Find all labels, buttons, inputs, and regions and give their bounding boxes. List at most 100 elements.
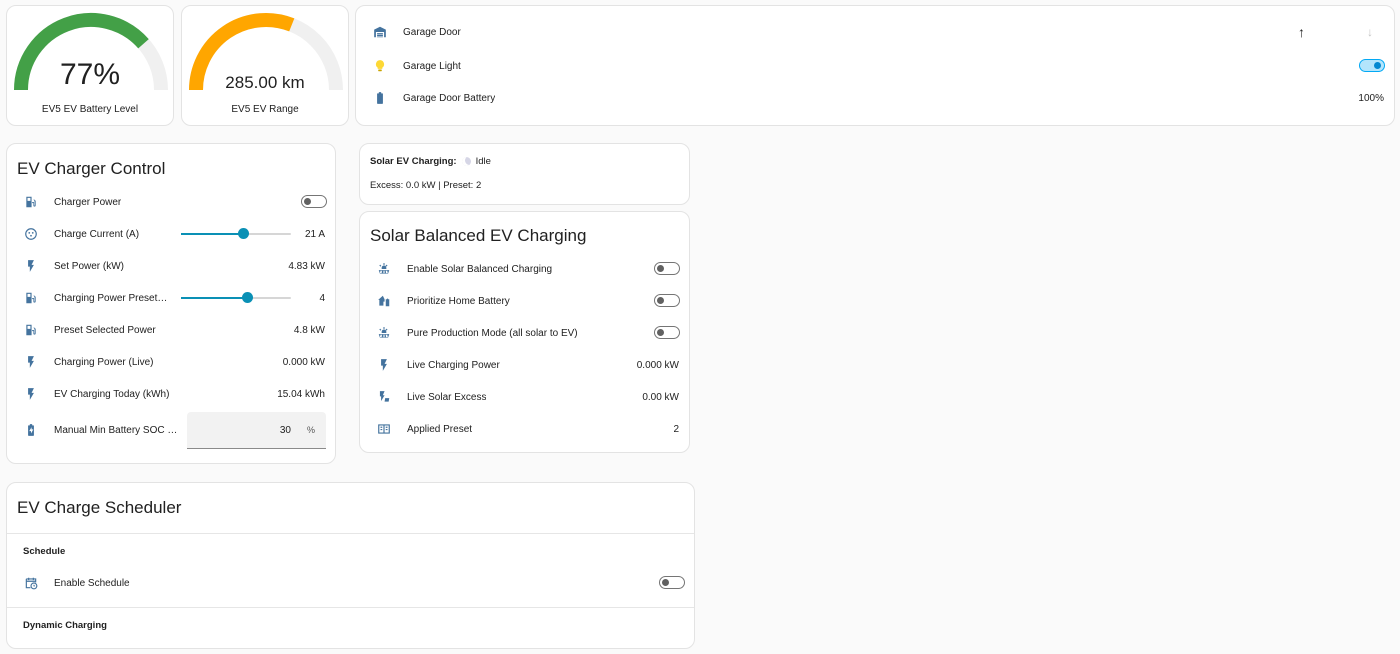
ev-station-icon [23, 194, 39, 210]
row-label: Enable Solar Balanced Charging [407, 263, 553, 275]
manual-min-soc-row[interactable]: Manual Min Battery SOC Cut… 30 % [7, 412, 335, 449]
garage-battery-value: 100% [1358, 92, 1384, 104]
charger-power-toggle[interactable] [301, 195, 327, 208]
ev-charger-control-card: EV Charger Control Charger Power Charge … [6, 143, 336, 464]
moon-icon [461, 157, 471, 166]
flash-icon [23, 386, 39, 402]
row-label: Enable Schedule [54, 577, 130, 589]
row-value: 4.8 kW [293, 324, 325, 336]
card-title: EV Charger Control [17, 159, 166, 178]
garage-door-row[interactable]: Garage Door ↑ ↓ [356, 16, 1394, 48]
calendar-clock-icon [23, 575, 39, 591]
row-value: 2 [673, 423, 679, 435]
charging-preset-slider[interactable] [181, 292, 291, 303]
row-label: Preset Selected Power [54, 324, 156, 336]
garage-battery-label: Garage Door Battery [403, 92, 496, 104]
row-value: 0.00 kW [642, 391, 679, 403]
prioritize-home-battery-row[interactable]: Prioritize Home Battery [360, 285, 689, 317]
live-charging-power-row[interactable]: Live Charging Power 0.000 kW [360, 349, 689, 381]
row-label: Pure Production Mode (all solar to EV) [407, 327, 578, 339]
row-value: 15.04 kWh [277, 388, 325, 400]
pure-production-row[interactable]: Pure Production Mode (all solar to EV) [360, 317, 689, 349]
ev-charging-today-row[interactable]: EV Charging Today (kWh) 15.04 kWh [7, 378, 335, 410]
solar-status-label: Solar EV Charging: [370, 156, 457, 167]
gauge-name: EV5 EV Battery Level [41, 104, 139, 115]
charger-power-row[interactable]: Charger Power [7, 186, 335, 218]
card-title: EV Charge Scheduler [17, 498, 182, 517]
row-label: Charging Power Preset (k… [54, 292, 169, 304]
row-label: Set Power (kW) [54, 260, 125, 272]
charge-current-slider[interactable] [181, 228, 291, 239]
charging-power-live-row[interactable]: Charging Power (Live) 0.000 kW [7, 346, 335, 378]
row-label: Prioritize Home Battery [407, 295, 510, 307]
row-value: 4.83 kW [288, 260, 325, 272]
prioritize-battery-toggle[interactable] [654, 294, 680, 307]
gauge-value: 285.00 km [225, 73, 305, 92]
solar-status-card: Solar EV Charging: Idle Excess: 0.0 kW |… [359, 143, 690, 205]
row-label: EV Charging Today (kWh) [54, 388, 170, 400]
garage-light-toggle[interactable] [1359, 59, 1385, 72]
garage-card: Garage Door ↑ ↓ Garage Light Garage Door… [355, 5, 1395, 126]
solar-power-icon [376, 389, 392, 405]
section-header-schedule: Schedule [23, 546, 66, 557]
row-label: Charger Power [54, 196, 122, 208]
gauge-card-ev-range[interactable]: 285.00 km EV5 EV Range [181, 5, 349, 126]
enable-solar-row[interactable]: Enable Solar Balanced Charging [360, 253, 689, 285]
battery-icon [372, 90, 388, 106]
battery-charging-icon [23, 422, 39, 438]
arrow-down-icon[interactable]: ↓ [1367, 25, 1373, 39]
solar-status-detail: Excess: 0.0 kW | Preset: 2 [370, 180, 482, 191]
row-value: 0.000 kW [282, 356, 325, 368]
applied-preset-row[interactable]: Applied Preset 2 [360, 413, 689, 445]
preset-icon [376, 421, 392, 437]
row-label: Charge Current (A) [54, 228, 140, 240]
row-label: Live Charging Power [407, 359, 500, 371]
garage-light-label: Garage Light [403, 60, 461, 72]
garage-light-row[interactable]: Garage Light [356, 50, 1394, 82]
soc-unit: % [306, 425, 315, 435]
row-value: 4 [319, 292, 325, 304]
row-label: Charging Power (Live) [54, 356, 154, 368]
solar-balanced-card: Solar Balanced EV Charging Enable Solar … [359, 211, 690, 453]
solar-panel-icon [376, 261, 392, 277]
enable-solar-toggle[interactable] [654, 262, 680, 275]
set-power-row[interactable]: Set Power (kW) 4.83 kW [7, 250, 335, 282]
garage-battery-row[interactable]: Garage Door Battery 100% [356, 82, 1394, 114]
slider-thumb[interactable] [238, 228, 250, 239]
row-label: Live Solar Excess [407, 391, 487, 403]
pure-production-toggle[interactable] [654, 326, 680, 339]
gauge-card-battery-level[interactable]: 77% EV5 EV Battery Level [6, 5, 174, 126]
divider [7, 607, 694, 608]
divider [7, 533, 694, 534]
current-icon [23, 226, 39, 242]
gauge-value: 77% [59, 58, 121, 91]
solar-panel-icon [376, 325, 392, 341]
section-header-dynamic: Dynamic Charging [23, 620, 107, 631]
lightbulb-icon [372, 58, 388, 74]
card-title: Solar Balanced EV Charging [370, 226, 587, 245]
soc-value[interactable]: 30 [280, 425, 291, 436]
flash-icon [23, 258, 39, 274]
charge-current-row[interactable]: Charge Current (A) 21 A [7, 218, 335, 250]
soc-number-field[interactable]: 30 % [187, 412, 326, 449]
garage-icon [372, 24, 388, 40]
live-solar-excess-row[interactable]: Live Solar Excess 0.00 kW [360, 381, 689, 413]
ev-station-icon [23, 290, 39, 306]
flash-icon [23, 354, 39, 370]
enable-schedule-toggle[interactable] [659, 576, 685, 589]
solar-status-line: Solar EV Charging: Idle [370, 156, 491, 167]
flash-icon [376, 357, 392, 373]
gauge-name: EV5 EV Range [231, 104, 299, 115]
arrow-up-icon[interactable]: ↑ [1298, 24, 1305, 40]
enable-schedule-row[interactable]: Enable Schedule [7, 567, 694, 599]
row-value: 21 A [304, 228, 325, 240]
row-label: Applied Preset [407, 423, 473, 435]
ev-station-icon [23, 322, 39, 338]
home-battery-icon [376, 293, 392, 309]
charging-power-preset-row[interactable]: Charging Power Preset (k… 4 [7, 282, 335, 314]
ev-charge-scheduler-card: EV Charge Scheduler Schedule Enable Sche… [6, 482, 695, 649]
row-value: 0.000 kW [636, 359, 679, 371]
slider-thumb[interactable] [241, 292, 253, 303]
solar-status-state: Idle [475, 156, 491, 167]
preset-selected-power-row[interactable]: Preset Selected Power 4.8 kW [7, 314, 335, 346]
